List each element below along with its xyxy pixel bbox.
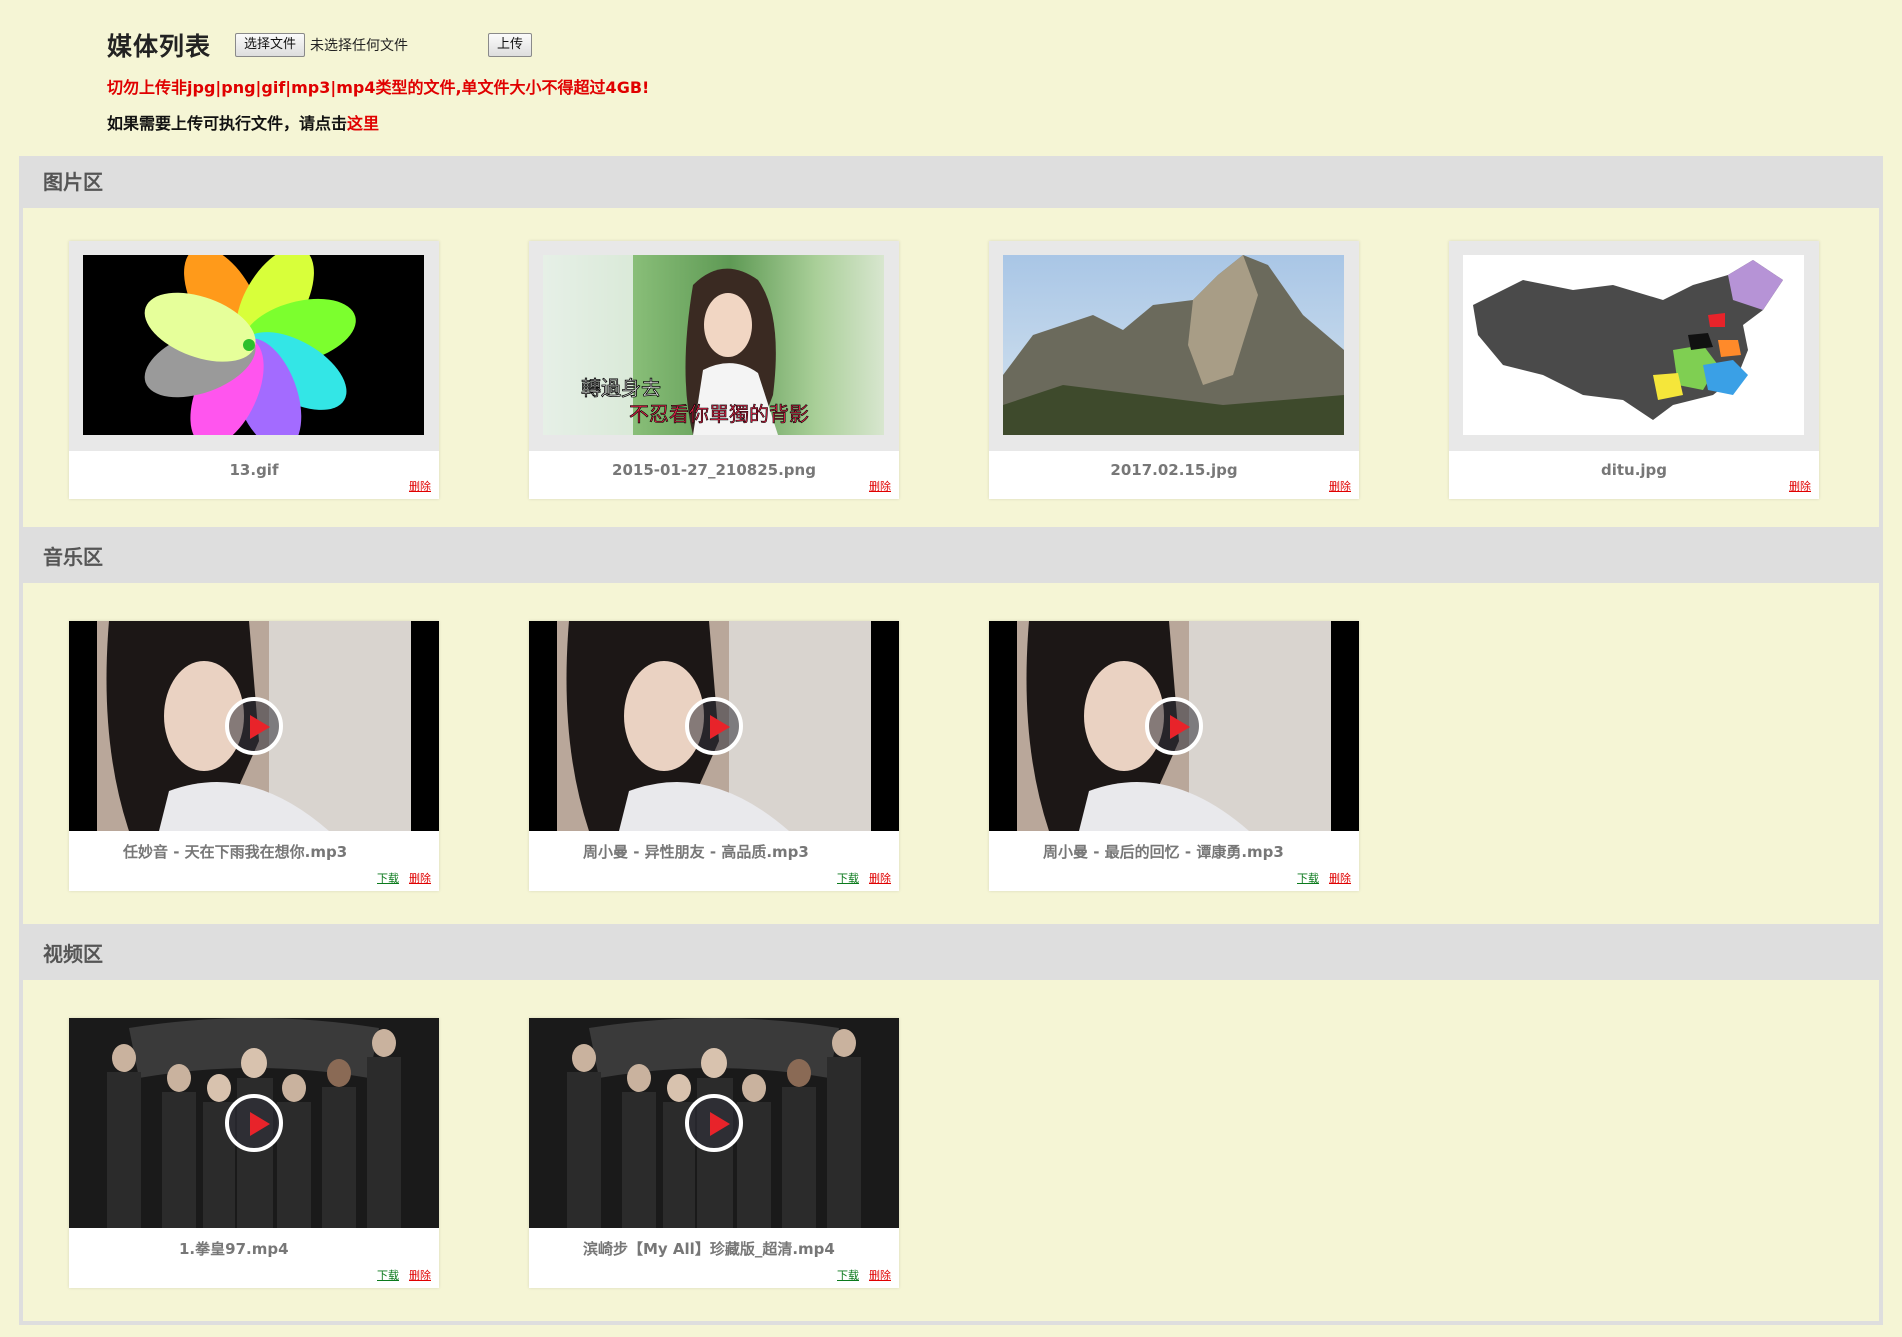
- play-icon[interactable]: [225, 697, 283, 755]
- file-name: 13.gif: [229, 461, 279, 479]
- file-name: 任妙音 - 天在下雨我在想你.mp3: [123, 843, 348, 861]
- section-header-music: 音乐区: [19, 531, 1883, 583]
- delete-link[interactable]: 删除: [869, 1269, 891, 1282]
- exec-upload-link[interactable]: 这里: [347, 114, 379, 133]
- section-header-images: 图片区: [19, 156, 1883, 208]
- page-title: 媒体列表: [107, 32, 212, 61]
- delete-link[interactable]: 删除: [1329, 480, 1351, 493]
- play-icon[interactable]: [685, 1094, 743, 1152]
- section-video: 1.拳皇97.mp4 下载 删除 滨崎步【My All】珍藏版_超清.mp4 下…: [19, 980, 1883, 1325]
- play-icon[interactable]: [225, 1094, 283, 1152]
- image-thumbnail: [1463, 255, 1804, 435]
- image-thumbnail: [1003, 255, 1344, 435]
- section-images: 13.gif 删除 轉過身去 不忍看你單獨的背影 2015-01-27_2108…: [19, 208, 1883, 531]
- file-name: 周小曼 - 异性朋友 - 高品质.mp3: [583, 843, 809, 861]
- delete-link[interactable]: 删除: [409, 872, 431, 885]
- file-name: 2017.02.15.jpg: [1110, 461, 1238, 479]
- file-name: 滨崎步【My All】珍藏版_超清.mp4: [583, 1240, 835, 1258]
- image-card[interactable]: ditu.jpg 删除: [1449, 241, 1819, 499]
- exec-note-text: 如果需要上传可执行文件，请点击: [107, 114, 348, 133]
- exec-upload-note: 如果需要上传可执行文件，请点击这里: [107, 110, 649, 134]
- delete-link[interactable]: 删除: [869, 480, 891, 493]
- thumb-lyric-1: 轉過身去: [581, 376, 661, 400]
- music-card[interactable]: 任妙音 - 天在下雨我在想你.mp3 下载 删除: [69, 621, 439, 891]
- no-file-text: 未选择任何文件: [310, 38, 409, 54]
- file-name: 1.拳皇97.mp4: [179, 1240, 289, 1258]
- download-link[interactable]: 下载: [377, 872, 399, 885]
- image-card[interactable]: 13.gif 删除: [69, 241, 439, 499]
- delete-link[interactable]: 删除: [409, 1269, 431, 1282]
- video-card[interactable]: 1.拳皇97.mp4 下载 删除: [69, 1018, 439, 1288]
- play-icon[interactable]: [685, 697, 743, 755]
- section-header-video: 视频区: [19, 928, 1883, 980]
- image-thumbnail: [83, 255, 424, 435]
- music-thumbnail: [989, 621, 1359, 831]
- upload-warning: 切勿上传非jpg|png|gif|mp3|mp4类型的文件,单文件大小不得超过4…: [107, 78, 650, 97]
- image-thumbnail: 轉過身去 不忍看你單獨的背影: [543, 255, 884, 435]
- image-card[interactable]: 轉過身去 不忍看你單獨的背影 2015-01-27_210825.png 删除: [529, 241, 899, 499]
- music-card[interactable]: 周小曼 - 异性朋友 - 高品质.mp3 下载 删除: [529, 621, 899, 891]
- video-thumbnail: [69, 1018, 439, 1228]
- file-name: 周小曼 - 最后的回忆 - 谭康勇.mp3: [1043, 843, 1284, 861]
- delete-link[interactable]: 删除: [1329, 872, 1351, 885]
- music-thumbnail: [529, 621, 899, 831]
- music-thumbnail: [69, 621, 439, 831]
- download-link[interactable]: 下载: [837, 872, 859, 885]
- delete-link[interactable]: 删除: [409, 480, 431, 493]
- video-card[interactable]: 滨崎步【My All】珍藏版_超清.mp4 下载 删除: [529, 1018, 899, 1288]
- delete-link[interactable]: 删除: [869, 872, 891, 885]
- upload-header: 媒体列表 选择文件 未选择任何文件 上传 切勿上传非jpg|png|gif|mp…: [107, 28, 649, 134]
- download-link[interactable]: 下载: [377, 1269, 399, 1282]
- video-thumbnail: [529, 1018, 899, 1228]
- file-name: ditu.jpg: [1600, 461, 1668, 479]
- choose-file-button[interactable]: 选择文件: [235, 33, 306, 57]
- download-link[interactable]: 下载: [1297, 872, 1319, 885]
- play-icon[interactable]: [1145, 697, 1203, 755]
- thumb-lyric-2: 不忍看你單獨的背影: [629, 402, 809, 426]
- download-link[interactable]: 下载: [837, 1269, 859, 1282]
- upload-button[interactable]: 上传: [488, 33, 533, 57]
- image-card[interactable]: 2017.02.15.jpg 删除: [989, 241, 1359, 499]
- section-music: 任妙音 - 天在下雨我在想你.mp3 下载 删除 周小曼 - 异性朋友 - 高品质…: [19, 583, 1883, 928]
- delete-link[interactable]: 删除: [1789, 480, 1811, 493]
- file-name: 2015-01-27_210825.png: [612, 461, 816, 479]
- music-card[interactable]: 周小曼 - 最后的回忆 - 谭康勇.mp3 下载 删除: [989, 621, 1359, 891]
